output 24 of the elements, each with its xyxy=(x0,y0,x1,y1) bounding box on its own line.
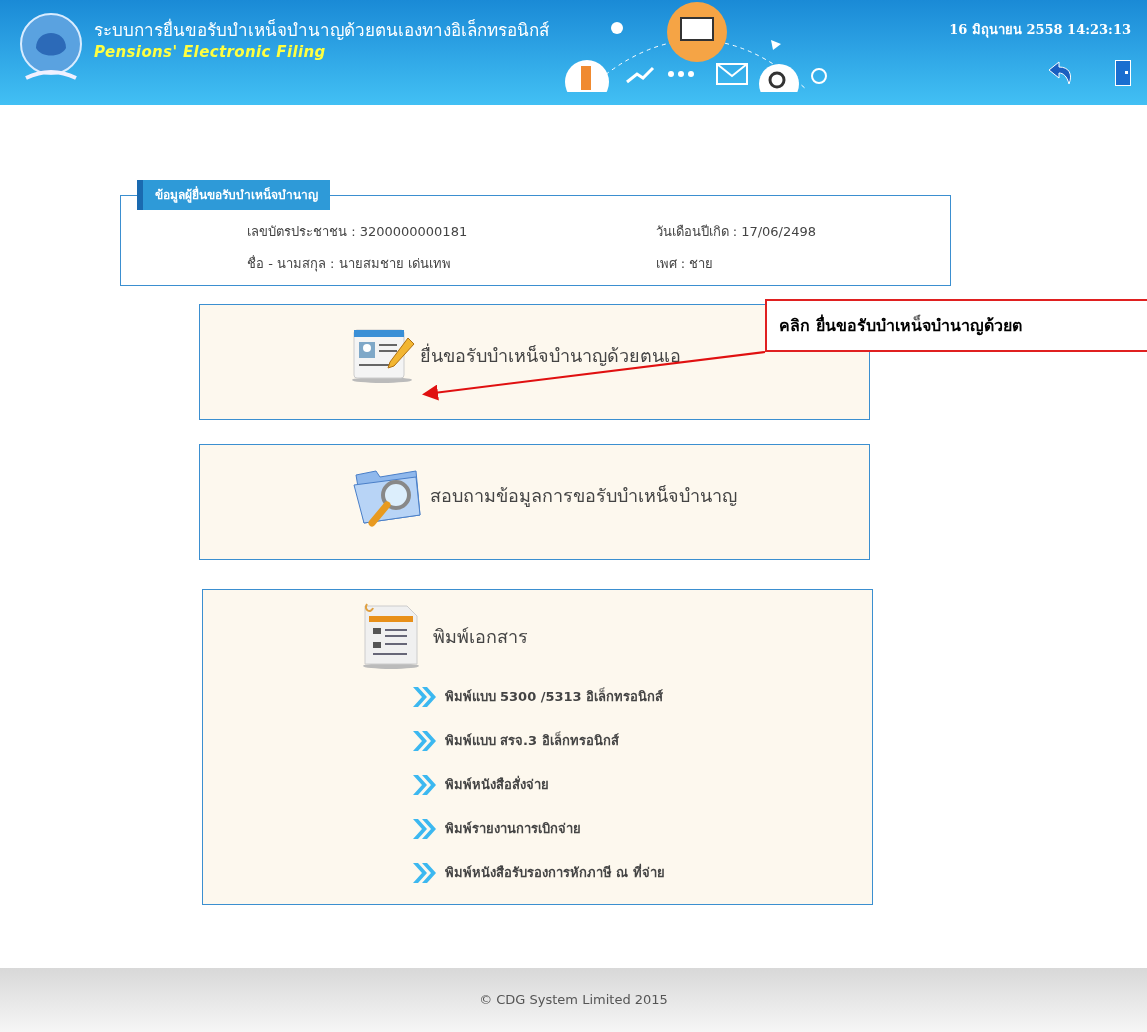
system-subtitle: Pensions' Electronic Filing xyxy=(94,42,327,64)
date-time: 16 มิถุนายน 2558 14:23:13 xyxy=(949,21,1131,40)
system-title: ระบบการยื่นขอรับบำเหน็จบำนาญด้วยตนเองทางอิเล็กทรอนิกส์ xyxy=(94,20,549,42)
copyright-text: © CDG System Limited 2015 xyxy=(479,991,668,1010)
menu-card[interactable]: สอบถามข้อมูลการขอรับบำเหน็จบำนาญ xyxy=(198,444,870,560)
print-link[interactable]: พิมพ์หนังสือรับรองการหักภาษี ณ ที่จ่าย xyxy=(410,862,872,884)
double-chevron-icon xyxy=(410,818,437,840)
info-field: เลขบัตรประชาชน : 3200000000181 xyxy=(137,222,536,242)
info-field: วันเดือนปีเกิด : 17/06/2498 xyxy=(535,222,934,242)
print-link[interactable]: พิมพ์แบบ 5300 /5313 อิเล็กทรอนิกส์ xyxy=(410,686,872,708)
double-chevron-icon xyxy=(410,774,437,796)
print-link[interactable]: พิมพ์รายงานการเบิกจ่าย xyxy=(410,818,872,840)
info-field: ชื่อ - นามสกุล : นายสมชาย เด่นเทพ xyxy=(137,253,536,273)
print-title: พิมพ์เอกสาร xyxy=(432,624,528,649)
info-field: เพศ : ชาย xyxy=(535,253,934,273)
double-chevron-icon xyxy=(410,862,437,884)
print-link[interactable]: พิมพ์หนังสือสั่งจ่าย xyxy=(410,774,872,796)
callout-box: คลิก ยื่นขอรับบำเหน็จบำนาญด้วยต xyxy=(765,299,1147,352)
double-chevron-icon xyxy=(410,730,437,752)
exit-door-icon[interactable] xyxy=(1115,59,1131,86)
panel-legend: ข้อมูลผู้ยื่นขอรับบำเหน็จบำนาญ xyxy=(137,180,330,210)
id-card-pencil-icon xyxy=(349,326,416,384)
print-link[interactable]: พิมพ์แบบ สรจ.3 อิเล็กทรอนิกส์ xyxy=(410,730,872,752)
double-chevron-icon xyxy=(410,686,437,708)
